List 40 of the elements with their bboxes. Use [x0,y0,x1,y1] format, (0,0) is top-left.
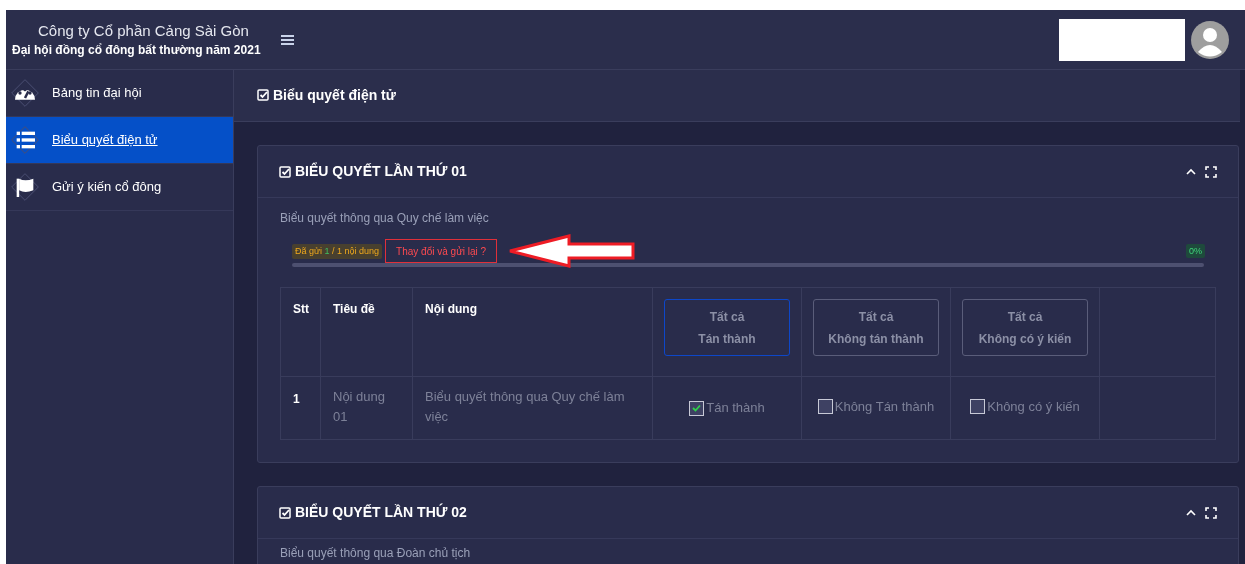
column-header: Stt [280,287,321,377]
page-title: Biểu quyết điện tử [257,85,396,106]
collapse-icon[interactable] [1186,509,1196,516]
poll-description: Biểu quyết thông qua Quy chế làm việc [280,210,490,227]
checkbox-icon [279,165,291,178]
checkbox-icon [279,506,291,519]
list-icon [10,125,40,155]
sidebar-item[interactable]: Gửi ý kiến cổ đông [6,164,233,211]
column-header: Nội dung [412,287,653,377]
collapse-icon[interactable] [1186,168,1196,175]
checkbox-icon [257,89,269,101]
poll-description: Biểu quyết thông qua Đoàn chủ tịch [280,545,472,562]
menu-icon[interactable] [280,34,294,45]
option-label: Tán thành [706,399,765,418]
checkbox[interactable] [689,400,705,416]
sidebar-item[interactable]: Biểu quyết điện tử [6,117,233,164]
sent-status-badge: Đã gửi 1 / 1 nội dung [292,243,383,259]
dashboard-icon [10,78,40,108]
event-title: Đại hội đồng cổ đông bất thường năm 2021 [11,41,261,59]
avatar-icon[interactable] [1191,20,1229,59]
poll-title: BIỂU QUYẾT LẦN THỨ 02 [295,502,467,522]
option-label: Không có ý kiến [987,397,1080,416]
progress-percent: 0% [1186,244,1205,258]
select-all-button[interactable]: Tất cả Tán thành [664,299,790,356]
checkbox[interactable] [970,399,986,415]
table-cell: Biểu quyết thông qua Quy chế làm việc [412,376,653,440]
fullscreen-icon[interactable] [1205,506,1217,519]
fullscreen-icon[interactable] [1205,165,1217,178]
select-all-button[interactable]: Tất cả Không có ý kiến [962,299,1088,356]
check-icon [692,404,702,412]
company-name: Công ty Cổ phần Cảng Sài Gòn [37,20,250,41]
table-cell: Nội dung 01 [320,376,413,440]
column-header: Tiêu đề [320,287,413,377]
option-label: Không Tán thành [834,397,935,416]
resend-button[interactable]: Thay đổi và gửi lại ? [385,239,498,263]
checkbox[interactable] [817,399,833,415]
poll-title: BIỂU QUYẾT LẦN THỨ 01 [295,161,467,181]
flag-icon [10,172,40,202]
select-all-button[interactable]: Tất cả Không tán thành [813,299,939,356]
table-cell: 1 [280,376,321,440]
